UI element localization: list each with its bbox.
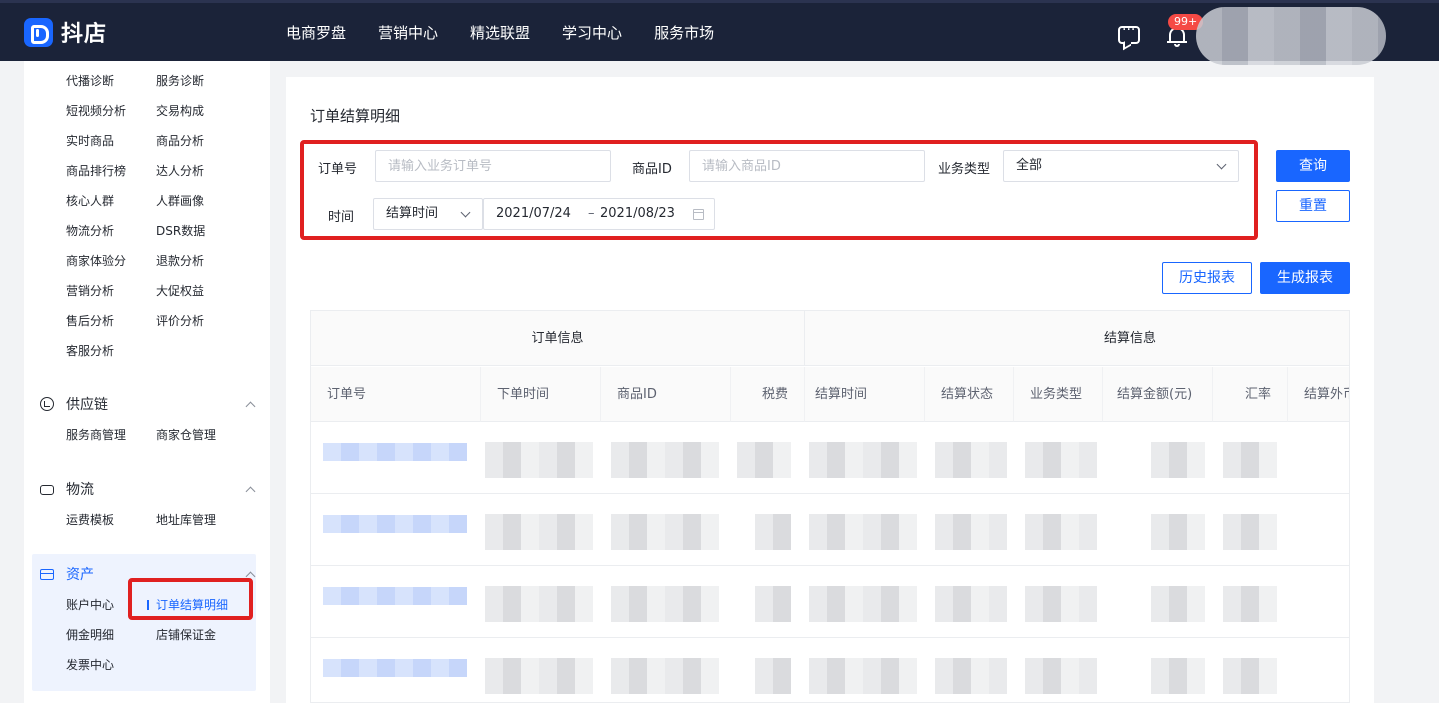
order-no-input[interactable] <box>375 150 611 182</box>
wallet-card-icon <box>40 568 54 580</box>
doudian-logo-icon <box>24 17 53 47</box>
top-navbar: 抖店 电商罗盘 营销中心 精选联盟 学习中心 服务市场 99+ <box>0 0 1439 65</box>
product-id-input[interactable] <box>689 150 925 182</box>
nav-item-compass[interactable]: 电商罗盘 <box>286 22 346 43</box>
main-nav: 电商罗盘 营销中心 精选联盟 学习中心 服务市场 <box>286 22 714 43</box>
sidebar-item[interactable]: 交易构成 <box>156 102 246 120</box>
col-order-time: 下单时间 <box>481 367 601 422</box>
sidebar-item-order-settlement[interactable]: 订单结算明细 <box>146 596 246 614</box>
sidebar-item[interactable]: 客服分析 <box>66 342 156 360</box>
time-label: 时间 <box>328 210 355 225</box>
truck-icon <box>40 485 54 495</box>
logistics-menu: 运费模板 地址库管理 <box>66 511 246 529</box>
nav-item-alliance[interactable]: 精选联盟 <box>470 22 530 43</box>
chevron-down-icon <box>1216 159 1227 170</box>
main-content: 订单结算明细 订单号 商品ID 业务类型 全部 时间 结算时间 2021/07/… <box>286 77 1374 703</box>
sidebar-item[interactable]: 商家体验分 <box>66 252 156 270</box>
chevron-up-icon <box>245 401 256 411</box>
sidebar-item-service-provider[interactable]: 服务商管理 <box>66 426 156 444</box>
table-row[interactable] <box>311 638 1349 702</box>
sidebar-item-invoice-center[interactable]: 发票中心 <box>66 656 156 674</box>
sidebar-item[interactable]: 短视频分析 <box>66 102 156 120</box>
sidebar-section-supply[interactable]: 供应链 <box>40 394 256 414</box>
chevron-up-icon <box>245 571 256 581</box>
sidebar: 代播诊断 服务诊断 短视频分析 交易构成 实时商品 商品分析 商品排行榜 达人分… <box>24 61 270 703</box>
sidebar-item[interactable]: 实时商品 <box>66 132 156 150</box>
sidebar-item[interactable]: 商品排行榜 <box>66 162 156 180</box>
sidebar-item[interactable]: 物流分析 <box>66 222 156 240</box>
brand-name: 抖店 <box>61 22 108 47</box>
sidebar-item-address-library[interactable]: 地址库管理 <box>156 511 246 529</box>
date-start[interactable]: 2021/07/24 <box>496 199 571 229</box>
col-foreign-currency: 结算外币 <box>1288 367 1349 422</box>
brand-logo[interactable]: 抖店 <box>24 17 107 47</box>
settlement-table: 订单信息 结算信息 订单号 下单时间 商品ID 税费 结算时间 结算状态 业务类… <box>310 310 1350 703</box>
sidebar-item[interactable]: 商品分析 <box>156 132 246 150</box>
calendar-icon <box>693 209 704 220</box>
product-id-label: 商品ID <box>632 162 672 177</box>
supply-menu: 服务商管理 商家仓管理 <box>66 426 246 444</box>
supply-chain-icon <box>40 397 54 411</box>
assets-menu: 账户中心 订单结算明细 佣金明细 店铺保证金 发票中心 <box>66 596 246 674</box>
col-exchange-rate: 汇率 <box>1213 367 1288 422</box>
nav-item-marketing[interactable]: 营销中心 <box>378 22 438 43</box>
col-settle-amount: 结算金额(元) <box>1103 367 1213 422</box>
sidebar-item[interactable]: 营销分析 <box>66 282 156 300</box>
col-product-id: 商品ID <box>601 367 731 422</box>
sidebar-section-assets[interactable]: 资产 <box>40 564 256 584</box>
sidebar-item-deposit[interactable]: 店铺保证金 <box>156 626 246 644</box>
table-row[interactable] <box>311 566 1349 638</box>
history-report-button[interactable]: 历史报表 <box>1162 262 1252 294</box>
sidebar-item[interactable]: 评价分析 <box>156 312 246 330</box>
col-tax: 税费 <box>731 367 805 422</box>
date-separator: – <box>588 206 595 221</box>
biz-type-label: 业务类型 <box>938 162 991 177</box>
sidebar-item[interactable]: 人群画像 <box>156 192 246 210</box>
sidebar-item[interactable]: 达人分析 <box>156 162 246 180</box>
generate-report-button[interactable]: 生成报表 <box>1260 262 1350 294</box>
sidebar-item[interactable]: 服务诊断 <box>156 72 246 90</box>
sidebar-item[interactable]: 售后分析 <box>66 312 156 330</box>
date-end[interactable]: 2021/08/23 <box>600 199 675 229</box>
page-title: 订单结算明细 <box>310 107 401 125</box>
table-group-settlement-info: 结算信息 <box>805 311 1349 366</box>
query-button[interactable]: 查询 <box>1276 150 1350 182</box>
chevron-up-icon <box>245 486 256 496</box>
analysis-menu: 代播诊断 服务诊断 短视频分析 交易构成 实时商品 商品分析 商品排行榜 达人分… <box>66 72 246 360</box>
col-settle-status: 结算状态 <box>925 367 1014 422</box>
reset-button[interactable]: 重置 <box>1276 190 1350 222</box>
nav-item-learning[interactable]: 学习中心 <box>562 22 622 43</box>
sidebar-item[interactable]: DSR数据 <box>156 222 246 240</box>
chevron-down-icon <box>460 207 471 218</box>
message-icon[interactable] <box>1118 22 1140 44</box>
order-no-label: 订单号 <box>318 162 358 177</box>
sidebar-item-merchant-warehouse[interactable]: 商家仓管理 <box>156 426 246 444</box>
sidebar-item[interactable]: 核心人群 <box>66 192 156 210</box>
sidebar-item[interactable]: 大促权益 <box>156 282 246 300</box>
sidebar-item-commission[interactable]: 佣金明细 <box>66 626 156 644</box>
table-row[interactable] <box>311 494 1349 566</box>
biz-type-select[interactable]: 全部 <box>1003 150 1239 182</box>
user-profile-blurred[interactable] <box>1196 7 1386 65</box>
sidebar-item[interactable]: 代播诊断 <box>66 72 156 90</box>
time-type-select[interactable]: 结算时间 <box>373 198 483 230</box>
sidebar-item-account-center[interactable]: 账户中心 <box>66 596 156 614</box>
sidebar-section-logistics[interactable]: 物流 <box>40 479 256 499</box>
sidebar-item-freight-template[interactable]: 运费模板 <box>66 511 156 529</box>
col-order-no: 订单号 <box>311 367 481 422</box>
table-row[interactable] <box>311 422 1349 494</box>
date-range-picker[interactable]: 2021/07/24 – 2021/08/23 <box>483 198 715 230</box>
nav-item-service-market[interactable]: 服务市场 <box>654 22 714 43</box>
col-biz-type: 业务类型 <box>1014 367 1103 422</box>
col-settle-time: 结算时间 <box>805 367 925 422</box>
table-group-order-info: 订单信息 <box>311 311 805 366</box>
sidebar-item[interactable]: 退款分析 <box>156 252 246 270</box>
